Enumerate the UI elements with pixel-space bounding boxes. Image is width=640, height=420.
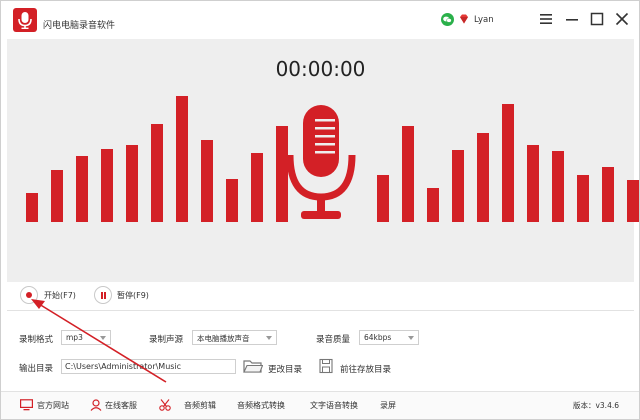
user-name[interactable]: Lyan <box>474 15 494 25</box>
format-label: 录制格式 <box>19 335 54 345</box>
level-bar-left-4 <box>101 149 113 222</box>
scissors-icon <box>159 399 171 411</box>
start-label[interactable]: 开始(F7) <box>44 290 76 301</box>
output-label: 输出目录 <box>19 364 54 374</box>
level-bar-left-1 <box>26 193 38 222</box>
format-convert-button[interactable]: 音频格式转换 <box>237 400 285 411</box>
pause-label[interactable]: 暂停(F9) <box>117 290 149 301</box>
level-bar-right-8 <box>552 151 564 222</box>
open-dir-button[interactable]: 前往存放目录 <box>340 363 391 375</box>
level-bar-left-10 <box>251 153 263 222</box>
audio-edit-button[interactable]: 音频剪辑 <box>184 400 216 411</box>
source-label: 录制声源 <box>149 335 184 345</box>
audio-visualizer: 00:00:00 <box>7 39 639 282</box>
vip-diamond-icon <box>458 13 470 25</box>
level-bar-left-6 <box>151 124 163 222</box>
output-path-field[interactable]: C:\Users\Administrator\Music <box>61 359 236 374</box>
level-bar-left-7 <box>176 96 188 222</box>
level-bar-right-10 <box>602 167 614 222</box>
level-bar-left-2 <box>51 170 63 222</box>
level-bar-right-3 <box>427 188 439 222</box>
app-title: 闪电电脑录音软件 <box>43 21 116 31</box>
level-bar-left-11 <box>276 126 288 222</box>
level-bar-right-5 <box>477 133 489 222</box>
quality-select[interactable]: 64kbps <box>359 330 419 345</box>
record-timer: 00:00:00 <box>275 57 366 81</box>
level-bar-right-9 <box>577 175 589 222</box>
chevron-down-icon <box>100 336 106 340</box>
chevron-down-icon <box>408 336 414 340</box>
close-icon[interactable] <box>614 11 630 27</box>
start-record-button[interactable] <box>20 286 38 304</box>
level-bar-right-2 <box>402 126 414 222</box>
level-bar-left-9 <box>226 179 238 222</box>
level-bar-right-11 <box>627 180 639 222</box>
title-bar: 闪电电脑录音软件 Lyan <box>1 1 639 39</box>
source-value: 本电脑播放声音 <box>197 334 250 343</box>
format-select[interactable]: mp3 <box>61 330 111 345</box>
monitor-icon <box>20 399 34 411</box>
divider <box>7 310 634 311</box>
app-window: 闪电电脑录音软件 Lyan 00:00:00 开始(F7) 暂停(F9) 录制格… <box>0 0 640 420</box>
tts-button[interactable]: 文字语音转换 <box>310 400 358 411</box>
level-bar-left-3 <box>76 156 88 222</box>
maximize-icon[interactable] <box>589 11 605 27</box>
format-value: mp3 <box>66 333 83 342</box>
folder-icon[interactable] <box>243 358 264 374</box>
pause-record-button[interactable] <box>94 286 112 304</box>
level-bar-right-4 <box>452 150 464 222</box>
official-site-button[interactable]: 官方网站 <box>37 400 69 411</box>
level-bar-right-6 <box>502 104 514 222</box>
customer-service-icon <box>90 399 102 411</box>
chevron-down-icon <box>266 336 272 340</box>
level-bar-left-5 <box>126 145 138 222</box>
app-logo-icon <box>13 8 37 32</box>
quality-value: 64kbps <box>364 333 392 342</box>
quality-label: 录音质量 <box>316 335 351 345</box>
change-dir-button[interactable]: 更改目录 <box>268 363 302 375</box>
level-bar-right-7 <box>527 145 539 222</box>
menu-icon[interactable] <box>538 11 554 27</box>
screen-record-button[interactable]: 录屏 <box>380 400 396 411</box>
level-bar-right-1 <box>377 175 389 222</box>
version-label: 版本：v3.4.6 <box>572 401 619 410</box>
minimize-icon[interactable] <box>564 11 580 27</box>
wechat-icon[interactable] <box>441 13 454 26</box>
bottom-toolbar: 官方网站 在线客服 音频剪辑 音频格式转换 文字语音转换 录屏 版本：v3.4.… <box>1 391 639 419</box>
microphone-icon <box>285 105 357 225</box>
source-select[interactable]: 本电脑播放声音 <box>192 330 277 345</box>
level-bar-left-8 <box>201 140 213 222</box>
record-controls: 开始(F7) 暂停(F9) <box>7 282 634 310</box>
save-icon[interactable] <box>319 358 333 374</box>
online-service-button[interactable]: 在线客服 <box>105 400 137 411</box>
